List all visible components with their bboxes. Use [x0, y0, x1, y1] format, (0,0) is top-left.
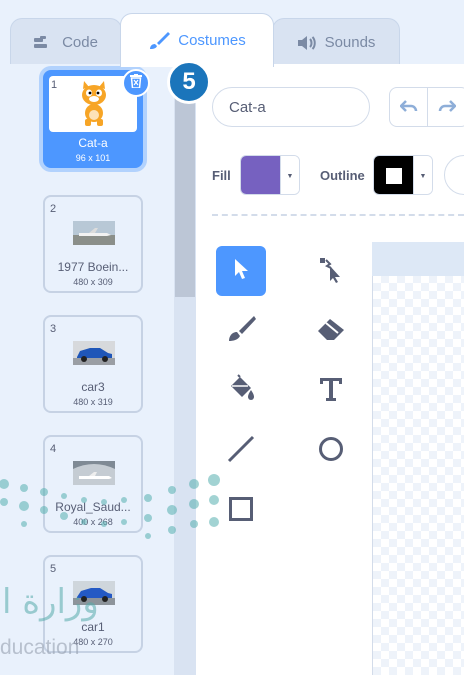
undo-redo-group [389, 87, 464, 127]
trash-icon [130, 73, 142, 93]
watermark-arabic-text: وزارة ا [2, 582, 99, 622]
chevron-down-icon: ▼ [280, 156, 299, 194]
scrollbar-thumb[interactable] [175, 72, 195, 297]
circle-icon [317, 435, 345, 468]
costume-size: 480 x 309 [73, 277, 113, 287]
costume-item-3[interactable]: 3 car3 480 x 319 [43, 315, 143, 413]
costume-size: 96 x 101 [75, 153, 111, 163]
rectangle-icon [228, 496, 254, 527]
costume-name: 1977 Boein... [57, 260, 129, 274]
text-icon [318, 376, 344, 407]
costume-item-4[interactable]: 4 Royal_Saud... 400 x 268 [43, 435, 143, 533]
costume-name: car1 [81, 620, 105, 634]
tab-sounds-label: Sounds [324, 34, 376, 51]
costume-name: car3 [81, 380, 105, 394]
fill-tool[interactable] [216, 366, 266, 416]
rectangle-tool[interactable] [216, 486, 266, 536]
paint-editor-screen: Code Sounds Costumes 1 Cat-a 96 x 101 5 … [0, 0, 464, 675]
undo-icon [398, 99, 418, 118]
car-thumbnail [73, 341, 115, 365]
outline-color-swatch [374, 156, 414, 194]
fill-icon [226, 373, 256, 409]
costume-item-2[interactable]: 2 1977 Boein... 480 x 309 [43, 195, 143, 293]
eraser-tool[interactable] [306, 306, 356, 356]
costume-size: 480 x 319 [73, 397, 113, 407]
outline-label: Outline [320, 168, 365, 183]
redo-button[interactable] [428, 88, 464, 126]
brush-icon [148, 31, 171, 51]
circle-tool[interactable] [306, 426, 356, 476]
tab-costumes[interactable]: Costumes [120, 13, 274, 67]
tab-sounds[interactable]: Sounds [272, 18, 400, 66]
cat-thumbnail [82, 81, 106, 126]
select-tool[interactable] [216, 246, 266, 296]
step-number-badge: 5 [167, 60, 211, 104]
tab-code[interactable]: Code [10, 18, 122, 66]
brush-icon [226, 314, 256, 349]
toolbar-divider [212, 214, 464, 216]
fill-color-picker[interactable]: ▼ [240, 155, 300, 195]
undo-button[interactable] [390, 88, 428, 126]
costume-size: 400 x 268 [73, 517, 113, 527]
canvas-header-strip [372, 242, 464, 276]
brush-tool[interactable] [216, 306, 266, 356]
reshape-tool[interactable] [306, 246, 356, 296]
outline-color-picker[interactable]: ▼ [373, 155, 433, 195]
text-tool[interactable] [306, 366, 356, 416]
costume-number: 3 [50, 323, 57, 335]
delete-costume-button[interactable] [122, 69, 150, 97]
redo-icon [438, 99, 457, 118]
tab-code-label: Code [62, 34, 98, 51]
eraser-icon [316, 316, 346, 347]
costume-name-input[interactable]: Cat-a [212, 87, 370, 127]
drawing-canvas[interactable] [372, 242, 464, 675]
costume-number: 2 [50, 203, 57, 215]
select-icon [233, 258, 249, 285]
speaker-icon [297, 35, 317, 51]
costume-name: Cat-a [78, 136, 108, 150]
costume-name-value: Cat-a [229, 98, 266, 116]
fill-label: Fill [212, 168, 231, 183]
reshape-icon [318, 254, 344, 289]
tab-costumes-label: Costumes [178, 32, 246, 49]
line-tool[interactable] [216, 426, 266, 476]
code-icon [34, 35, 54, 50]
airplane-hangar-thumbnail [73, 461, 115, 485]
airplane-thumbnail [73, 221, 115, 245]
line-icon [226, 434, 256, 469]
chevron-down-icon: ▼ [413, 156, 432, 194]
costume-name: Royal_Saud... [55, 500, 131, 514]
costume-number: 1 [51, 79, 58, 91]
costume-number: 4 [50, 443, 57, 455]
costume-number: 5 [50, 563, 57, 575]
watermark-english-text: ducation [0, 636, 80, 659]
fill-color-swatch [241, 156, 281, 194]
